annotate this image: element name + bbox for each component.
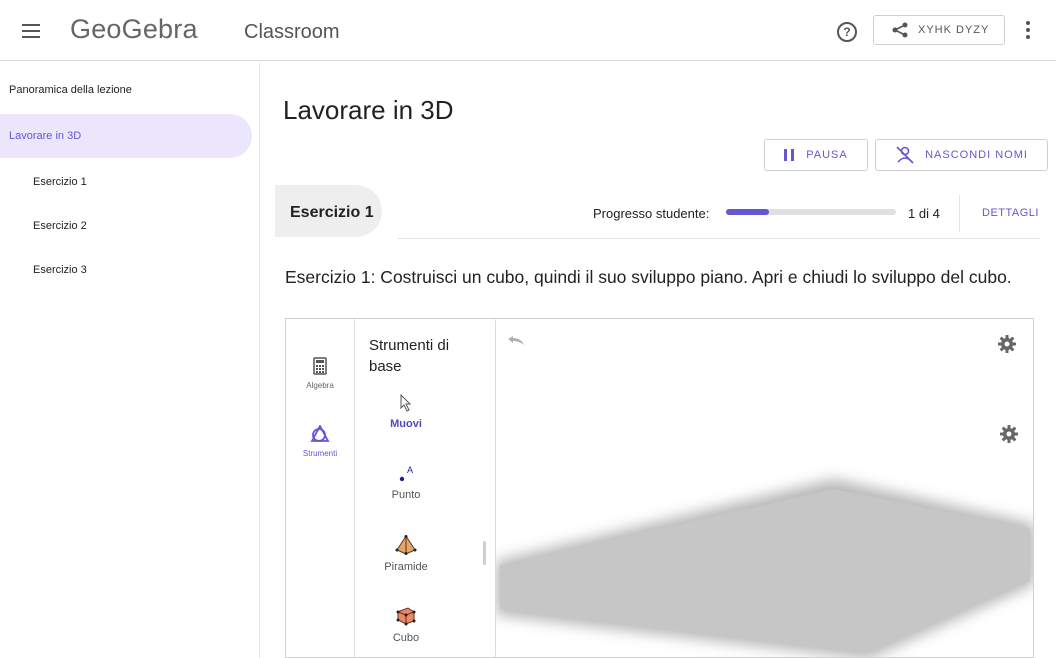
progress-fill [726, 209, 769, 215]
rail-algebra-label: Algebra [306, 381, 334, 390]
tab-label: Esercizio 1 [290, 204, 374, 221]
graphics-settings-gear-icon[interactable] [1000, 425, 1018, 443]
tool-move[interactable]: Muovi [355, 394, 457, 430]
share-icon [892, 22, 908, 38]
rail-tools-button[interactable]: Strumenti [286, 425, 354, 458]
progress-label: Progresso studente: [593, 206, 710, 221]
tools-panel: Strumenti di base Muovi A Punto Piramide [355, 319, 495, 657]
exercise-description: Esercizio 1: Costruisci un cubo, quindi … [285, 267, 1012, 287]
tools-panel-title: Strumenti di base [369, 337, 450, 375]
sidebar-item-exercise-3[interactable]: Esercizio 3 [33, 264, 87, 276]
graphics-view-3d[interactable] [496, 319, 1033, 657]
undo-icon[interactable] [506, 335, 526, 347]
share-code: XYHK DYZY [918, 24, 990, 36]
tool-pyramid-label: Piramide [384, 561, 428, 573]
tab-divider [398, 238, 1040, 239]
tab-exercise-1[interactable]: Esercizio 1 [275, 185, 382, 237]
page-title: Lavorare in 3D [283, 95, 454, 125]
applet-rail: Algebra Strumenti [286, 319, 355, 657]
rail-algebra-button[interactable]: Algebra [286, 357, 354, 390]
cube-icon [396, 607, 416, 626]
point-icon: A [399, 465, 413, 482]
app-name: Classroom [244, 21, 340, 43]
tool-pyramid[interactable]: Piramide [355, 535, 457, 573]
geogebra-logo[interactable]: GeoGebra [70, 14, 198, 45]
cursor-arrow-icon [400, 394, 412, 412]
sidebar-item-exercise-1[interactable]: Esercizio 1 [33, 176, 87, 188]
pyramid-icon [395, 535, 417, 555]
svg-text:A: A [407, 465, 413, 475]
share-button[interactable]: XYHK DYZY [873, 15, 1005, 45]
hide-names-icon [896, 146, 914, 164]
more-vert-icon[interactable] [1026, 21, 1030, 42]
tool-cube-label: Cubo [392, 632, 420, 644]
sidebar-item-overview[interactable]: Panoramica della lezione [9, 84, 132, 96]
tools-scrollbar[interactable] [483, 541, 486, 565]
rail-tools-label: Strumenti [302, 449, 338, 458]
sidebar-item-active-lesson[interactable]: Lavorare in 3D [0, 114, 252, 158]
xy-plane [496, 479, 1033, 657]
menu-icon[interactable] [22, 24, 40, 38]
progress-bar [726, 209, 896, 215]
hide-names-label: NASCONDI NOMI [925, 149, 1028, 161]
tool-cube[interactable]: Cubo [355, 606, 457, 644]
hide-names-button[interactable]: NASCONDI NOMI [875, 139, 1048, 171]
help-icon[interactable]: ? [837, 22, 857, 42]
pause-label: PAUSA [806, 149, 848, 161]
pause-button[interactable]: PAUSA [764, 139, 868, 171]
top-app-bar: GeoGebra Classroom ? XYHK DYZY [0, 0, 1056, 61]
geogebra-applet[interactable]: Algebra Strumenti Strumenti di base Muov… [285, 318, 1034, 658]
lesson-sidebar: Panoramica della lezione Lavorare in 3D … [0, 62, 260, 658]
divider [959, 195, 960, 232]
tool-point-label: Punto [391, 489, 421, 501]
tool-point[interactable]: A Punto [355, 465, 457, 501]
tools-icon [310, 425, 330, 442]
calculator-icon [313, 357, 327, 375]
sidebar-item-label: Lavorare in 3D [9, 130, 82, 142]
sidebar-item-exercise-2[interactable]: Esercizio 2 [33, 220, 87, 232]
details-link[interactable]: DETTAGLI [982, 207, 1039, 219]
progress-count: 1 di 4 [908, 206, 940, 221]
settings-gear-icon[interactable] [998, 335, 1016, 353]
tool-move-label: Muovi [390, 418, 422, 430]
pause-icon [784, 149, 795, 161]
